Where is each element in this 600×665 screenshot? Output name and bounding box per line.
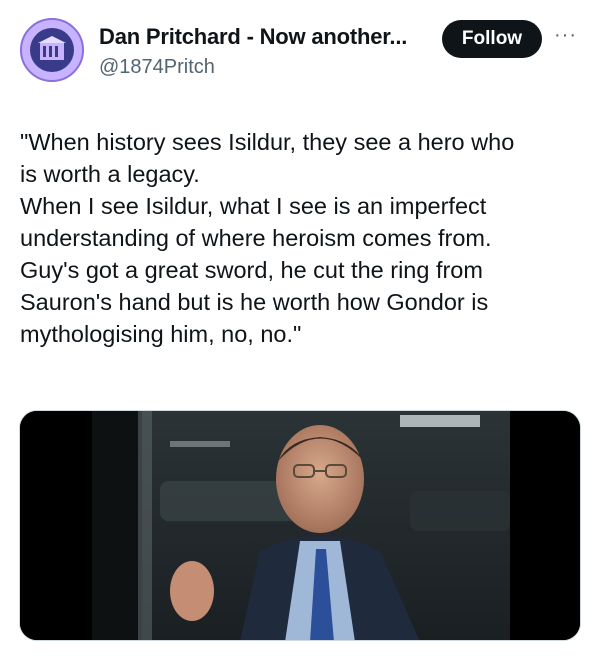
tweet-line: "When history sees Isildur, they see a h… [20,129,515,155]
tweet-line: is worth a legacy. [20,161,200,187]
follow-button[interactable]: Follow [442,20,542,58]
movie-still [20,411,580,640]
author-handle[interactable]: @1874Pritch [99,56,215,79]
tweet-line: Guy's got a great sword, he cut the ring… [20,257,483,283]
more-options-icon[interactable]: ··· [554,24,577,47]
building-icon [38,36,66,60]
avatar[interactable] [20,18,84,82]
tweet-line: Sauron's hand but is he worth how Gondor… [20,289,489,315]
tweet-line: understanding of where heroism comes fro… [20,225,492,251]
tweet-text: "When history sees Isildur, they see a h… [20,126,582,350]
tweet-line: When I see Isildur, what I see is an imp… [20,193,487,219]
author-name[interactable]: Dan Pritchard - Now another... [99,24,407,50]
tweet-line: mythologising him, no, no." [20,321,302,347]
avatar-image [30,28,74,72]
media-image[interactable] [19,410,581,641]
